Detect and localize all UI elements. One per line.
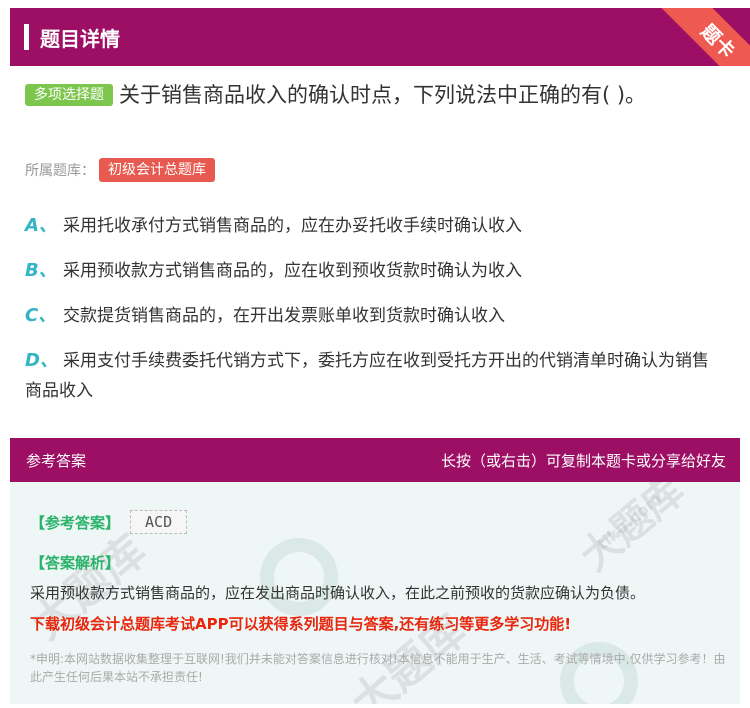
option-a[interactable]: A、 采用托收承付方式销售商品的，应在办妥托收手续时确认收入 — [25, 211, 725, 241]
watermark-logo-icon — [260, 538, 338, 616]
option-text: 采用支付手续费委托代销方式下，委托方应在收到受托方开出的代销清单时确认为销售商品… — [25, 351, 709, 401]
answer-section-title: 参考答案 — [26, 451, 87, 470]
explanation-label: 【答案解析】 — [30, 554, 121, 572]
watermark-text: 大题库 — [571, 482, 694, 581]
watermark-domain: tiku.com — [593, 489, 666, 554]
option-letter: A、 — [25, 215, 57, 236]
option-letter: B、 — [25, 260, 57, 281]
share-hint: 长按（或右击）可复制本题卡或分享给好友 — [440, 451, 726, 470]
option-text: 交款提货销售商品的，在开出发票账单收到货款时确认收入 — [63, 306, 505, 326]
question-type-tag: 多项选择题 — [25, 84, 113, 106]
question-stem: 多项选择题 关于销售商品收入的确认时点，下列说法中正确的有( )。 — [25, 78, 725, 112]
header-accent-bar — [24, 24, 29, 50]
question-bank-link[interactable]: 初级会计总题库 — [99, 158, 215, 182]
answer-row: 【参考答案】 ACD — [30, 510, 188, 534]
question-card-badge[interactable]: 题卡 — [653, 8, 750, 66]
answer-value[interactable]: ACD — [130, 510, 188, 534]
option-text: 采用预收款方式销售商品的，应在收到预收货款时确认为收入 — [63, 261, 522, 281]
page-header: 题目详情 题卡 — [10, 8, 750, 66]
answer-section-header: 参考答案 长按（或右击）可复制本题卡或分享给好友 — [10, 438, 740, 482]
option-d[interactable]: D、 采用支付手续费委托代销方式下，委托方应在收到受托方开出的代销清单时确认为销售… — [25, 346, 725, 406]
question-text: 关于销售商品收入的确认时点，下列说法中正确的有( )。 — [119, 83, 647, 107]
disclaimer-text: *申明:本网站数据收集整理于互联网!我们并未能对答案信息进行核对!本信息不能用于… — [30, 652, 726, 684]
option-letter: C、 — [25, 305, 57, 326]
option-c[interactable]: C、 交款提货销售商品的，在开出发票账单收到货款时确认收入 — [25, 301, 725, 331]
question-bank-label: 所属题库： — [25, 163, 95, 179]
option-letter: D、 — [25, 350, 58, 371]
answer-panel: 大题库 大题库 大题库 tiku.com 【参考答案】 ACD 【答案解析】 采… — [10, 482, 740, 704]
app-promo-link[interactable]: 下载初级会计总题库考试APP可以获得系列题目与答案,还有练习等更多学习功能! — [30, 613, 730, 635]
question-bank-row: 所属题库： 初级会计总题库 — [25, 158, 215, 182]
option-b[interactable]: B、 采用预收款方式销售商品的，应在收到预收货款时确认为收入 — [25, 256, 725, 286]
answer-label: 【参考答案】 — [30, 513, 121, 532]
explanation-text: 采用预收款方式销售商品的，应在发出商品时确认收入，在此之前预收的货款应确认为负债… — [30, 584, 646, 602]
option-text: 采用托收承付方式销售商品的，应在办妥托收手续时确认收入 — [63, 216, 522, 236]
page-title: 题目详情 — [40, 26, 120, 51]
